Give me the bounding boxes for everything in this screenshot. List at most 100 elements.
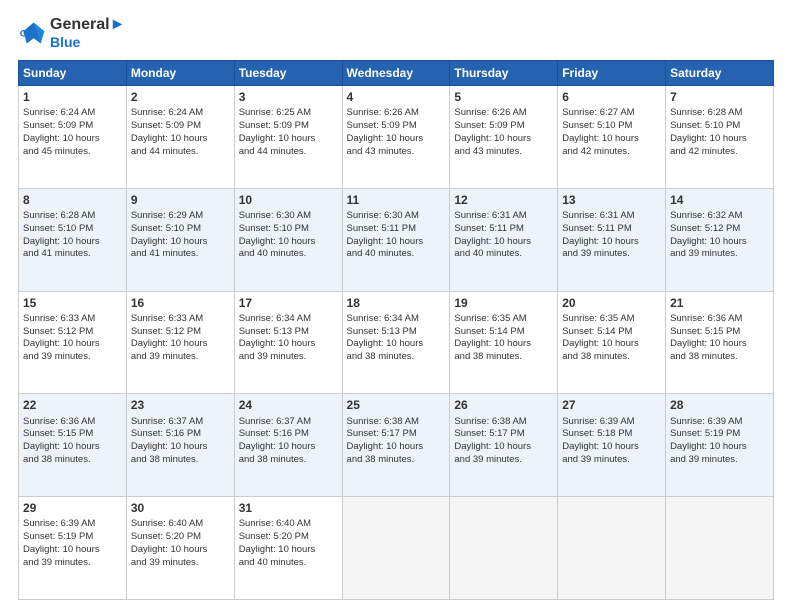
calendar-cell: 2Sunrise: 6:24 AMSunset: 5:09 PMDaylight… [126,86,234,189]
calendar-cell: 24Sunrise: 6:37 AMSunset: 5:16 PMDayligh… [234,394,342,497]
day-info: Sunset: 5:12 PM [23,326,122,339]
day-number: 18 [347,295,446,311]
day-info: Sunrise: 6:36 AM [670,313,769,326]
day-info: and 39 minutes. [239,351,338,364]
day-info: Daylight: 10 hours [239,544,338,557]
day-number: 17 [239,295,338,311]
calendar-cell: 28Sunrise: 6:39 AMSunset: 5:19 PMDayligh… [666,394,774,497]
day-number: 5 [454,89,553,105]
day-info: and 40 minutes. [454,248,553,261]
day-info: Sunset: 5:09 PM [454,120,553,133]
weekday-header: Friday [558,61,666,86]
day-number: 25 [347,397,446,413]
calendar-cell: 5Sunrise: 6:26 AMSunset: 5:09 PMDaylight… [450,86,558,189]
day-info: Daylight: 10 hours [454,236,553,249]
day-number: 29 [23,500,122,516]
day-info: Daylight: 10 hours [23,133,122,146]
day-info: and 39 minutes. [562,454,661,467]
day-info: and 43 minutes. [347,146,446,159]
day-info: Daylight: 10 hours [347,236,446,249]
day-info: Sunrise: 6:29 AM [131,210,230,223]
day-info: Sunrise: 6:36 AM [23,416,122,429]
day-info: Daylight: 10 hours [239,133,338,146]
day-number: 4 [347,89,446,105]
day-info: and 38 minutes. [23,454,122,467]
calendar-cell [342,497,450,600]
calendar-cell: 18Sunrise: 6:34 AMSunset: 5:13 PMDayligh… [342,291,450,394]
calendar-cell: 30Sunrise: 6:40 AMSunset: 5:20 PMDayligh… [126,497,234,600]
weekday-header: Sunday [19,61,127,86]
day-info: Sunrise: 6:32 AM [670,210,769,223]
day-info: and 44 minutes. [239,146,338,159]
day-number: 30 [131,500,230,516]
day-info: and 38 minutes. [562,351,661,364]
calendar-cell: 15Sunrise: 6:33 AMSunset: 5:12 PMDayligh… [19,291,127,394]
day-info: Daylight: 10 hours [454,441,553,454]
day-number: 2 [131,89,230,105]
day-info: and 42 minutes. [562,146,661,159]
day-info: Sunset: 5:09 PM [131,120,230,133]
day-info: Sunset: 5:10 PM [562,120,661,133]
weekday-header: Wednesday [342,61,450,86]
day-info: and 40 minutes. [347,248,446,261]
day-info: Sunrise: 6:39 AM [23,518,122,531]
day-info: and 41 minutes. [23,248,122,261]
day-number: 16 [131,295,230,311]
calendar-cell [558,497,666,600]
day-info: and 43 minutes. [454,146,553,159]
logo: G General► Blue [18,16,125,50]
day-info: Sunrise: 6:35 AM [562,313,661,326]
day-info: Sunset: 5:14 PM [454,326,553,339]
day-info: Sunrise: 6:35 AM [454,313,553,326]
day-info: and 39 minutes. [131,351,230,364]
day-info: Sunset: 5:09 PM [23,120,122,133]
day-number: 26 [454,397,553,413]
calendar-cell: 7Sunrise: 6:28 AMSunset: 5:10 PMDaylight… [666,86,774,189]
day-number: 13 [562,192,661,208]
day-info: Sunrise: 6:26 AM [454,107,553,120]
day-info: Daylight: 10 hours [347,133,446,146]
day-info: Daylight: 10 hours [670,236,769,249]
calendar-cell: 4 Sunrise: 6:26 AMSunset: 5:09 PMDaylight… [342,86,450,189]
calendar-cell: 9Sunrise: 6:29 AMSunset: 5:10 PMDaylight… [126,188,234,291]
day-info: Sunrise: 6:24 AM [131,107,230,120]
day-info: and 45 minutes. [23,146,122,159]
day-info: Daylight: 10 hours [239,236,338,249]
day-number: 31 [239,500,338,516]
day-number: 27 [562,397,661,413]
day-info: Sunset: 5:11 PM [454,223,553,236]
day-info: Daylight: 10 hours [23,236,122,249]
day-info: and 39 minutes. [454,454,553,467]
calendar-cell: 17Sunrise: 6:34 AMSunset: 5:13 PMDayligh… [234,291,342,394]
weekday-header: Thursday [450,61,558,86]
calendar-cell: 14Sunrise: 6:32 AMSunset: 5:12 PMDayligh… [666,188,774,291]
calendar-cell: 3 Sunrise: 6:25 AMSunset: 5:09 PMDaylight… [234,86,342,189]
day-info: Sunset: 5:09 PM [239,120,338,133]
day-info: Sunset: 5:16 PM [131,428,230,441]
day-info: Sunrise: 6:26 AM [347,107,446,120]
calendar-cell: 21Sunrise: 6:36 AMSunset: 5:15 PMDayligh… [666,291,774,394]
day-info: and 44 minutes. [131,146,230,159]
logo-text: General► Blue [50,16,125,50]
calendar-cell: 31Sunrise: 6:40 AMSunset: 5:20 PMDayligh… [234,497,342,600]
day-info: Sunset: 5:10 PM [239,223,338,236]
calendar-cell: 11Sunrise: 6:30 AMSunset: 5:11 PMDayligh… [342,188,450,291]
header: G General► Blue [18,16,774,50]
day-info: Sunset: 5:09 PM [347,120,446,133]
day-info: Sunrise: 6:30 AM [347,210,446,223]
day-number: 28 [670,397,769,413]
day-info: Sunrise: 6:34 AM [239,313,338,326]
day-info: and 38 minutes. [347,351,446,364]
day-info: Sunrise: 6:25 AM [239,107,338,120]
calendar-cell: 22Sunrise: 6:36 AMSunset: 5:15 PMDayligh… [19,394,127,497]
day-info: Daylight: 10 hours [23,441,122,454]
day-info: Sunrise: 6:37 AM [239,416,338,429]
day-info: Sunset: 5:19 PM [23,531,122,544]
weekday-header: Monday [126,61,234,86]
day-number: 3 [239,89,338,105]
day-number: 7 [670,89,769,105]
day-info: Sunset: 5:10 PM [131,223,230,236]
day-info: Sunrise: 6:38 AM [347,416,446,429]
day-info: and 38 minutes. [670,351,769,364]
day-number: 6 [562,89,661,105]
